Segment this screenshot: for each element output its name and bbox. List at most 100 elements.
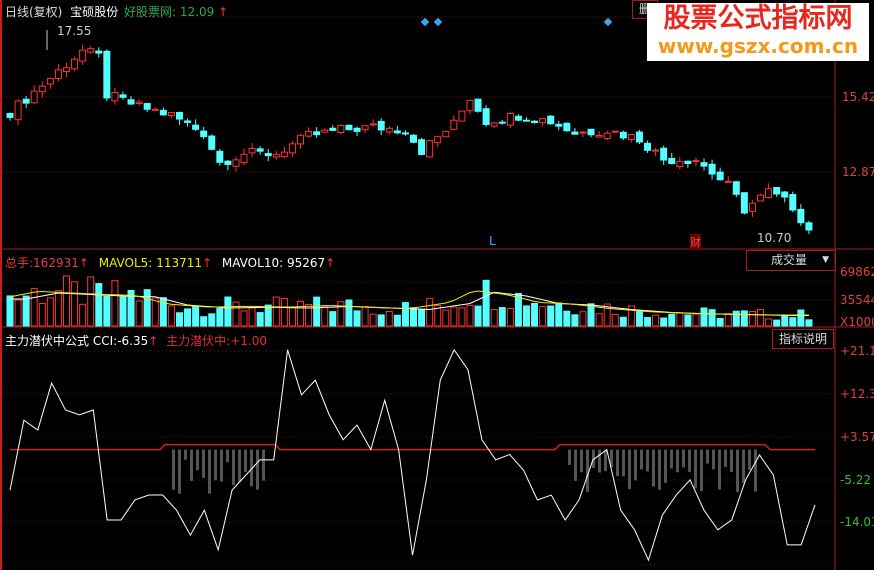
candle [740, 192, 748, 214]
candle [627, 134, 635, 141]
signal-bar [646, 449, 649, 472]
volume-bar [22, 295, 30, 327]
signal-bar [238, 449, 241, 482]
volume-bar [71, 281, 79, 327]
signal-bar [706, 449, 709, 464]
volume-bar [555, 302, 563, 327]
volume-bar [337, 301, 345, 327]
vol-axis-top: 69862 [840, 265, 874, 279]
signal-bar [574, 449, 577, 481]
volume-bar [563, 310, 571, 327]
volume-bar [167, 305, 175, 327]
indicator-help-button[interactable]: 指标说明 [772, 329, 835, 349]
volume-bar [393, 314, 401, 327]
candle [167, 112, 175, 117]
candle [716, 171, 724, 181]
signal-bar [184, 449, 187, 460]
cci-axis-2: +12.36 [840, 387, 874, 401]
candle [652, 149, 660, 152]
volume-bar [232, 301, 240, 327]
watermark: 股票公式指标网 www.gszx.com.cn [647, 3, 869, 61]
volume-bar [369, 313, 377, 327]
candle [418, 139, 426, 155]
signal-bar [670, 449, 673, 469]
volume-bar [256, 312, 264, 327]
price-axis-12.87: 12.87 [842, 165, 874, 179]
candle [668, 157, 676, 165]
signal-bar [244, 449, 247, 472]
volume-bar [660, 317, 668, 327]
candle [522, 119, 530, 122]
candle [700, 162, 708, 167]
volume-bar [797, 309, 805, 327]
volume-bar [353, 310, 361, 327]
volume-bar [410, 307, 417, 327]
volume-bar [248, 307, 256, 327]
candle [603, 132, 611, 139]
candle [6, 112, 14, 118]
signal-bar [742, 449, 745, 484]
candle [224, 160, 232, 165]
signal-bar [604, 449, 607, 472]
volume-bar [587, 303, 595, 327]
volume-bar [652, 314, 660, 327]
volume-bar [14, 299, 22, 327]
volume-bar [385, 311, 393, 327]
candle [498, 121, 506, 124]
volume-bar [668, 313, 676, 327]
signal-bar [658, 449, 661, 490]
candle [563, 122, 571, 132]
signal-bar [214, 449, 217, 481]
candle [71, 58, 79, 70]
marker-L: L [489, 234, 496, 248]
candle [426, 140, 434, 158]
volume-bar [619, 316, 627, 327]
signal-bar [220, 449, 223, 482]
volume-bar [54, 290, 62, 327]
volume-bar [595, 313, 603, 327]
volume-bar [30, 288, 38, 327]
candle [635, 131, 643, 143]
candle [619, 131, 627, 139]
volume-bar [700, 307, 708, 327]
volume-bar [151, 297, 159, 327]
candle [724, 180, 732, 183]
candle [482, 108, 490, 125]
signal-bar [634, 449, 637, 481]
volume-bar [474, 305, 482, 327]
candle [256, 148, 264, 152]
volume-bar [38, 302, 46, 327]
volume-bar [611, 313, 619, 327]
signal-bar [688, 449, 691, 472]
volume-bar [377, 314, 385, 327]
volume-bar [288, 307, 296, 327]
candle [385, 127, 393, 133]
volume-bar [135, 300, 143, 327]
signal-bar [208, 449, 211, 494]
volume-bar [143, 289, 151, 327]
candle [579, 131, 587, 134]
candle [216, 150, 224, 163]
indicator-select[interactable]: 成交量 ▼ [746, 250, 836, 271]
volume-bar [466, 304, 474, 327]
site-label: 好股票网: [124, 5, 177, 19]
candle [644, 142, 652, 151]
candle [361, 125, 369, 131]
vol-axis-mid: 35544 [840, 293, 874, 307]
period-label[interactable]: 日线(复权) [5, 5, 62, 19]
candle [264, 153, 272, 157]
high-price-label: 17.55 [57, 24, 92, 38]
volume-bar [458, 307, 466, 327]
candle [781, 191, 789, 198]
candle [531, 120, 539, 124]
marker-cai[interactable]: 财 [690, 234, 701, 250]
signal-bar [190, 449, 193, 481]
candle [143, 103, 151, 110]
candle [200, 130, 208, 138]
volume-bar [482, 279, 490, 327]
volume-bar [264, 304, 272, 327]
signal-bar [700, 449, 703, 492]
volume-bar [716, 317, 724, 327]
candle [345, 124, 353, 131]
candle [87, 48, 95, 53]
